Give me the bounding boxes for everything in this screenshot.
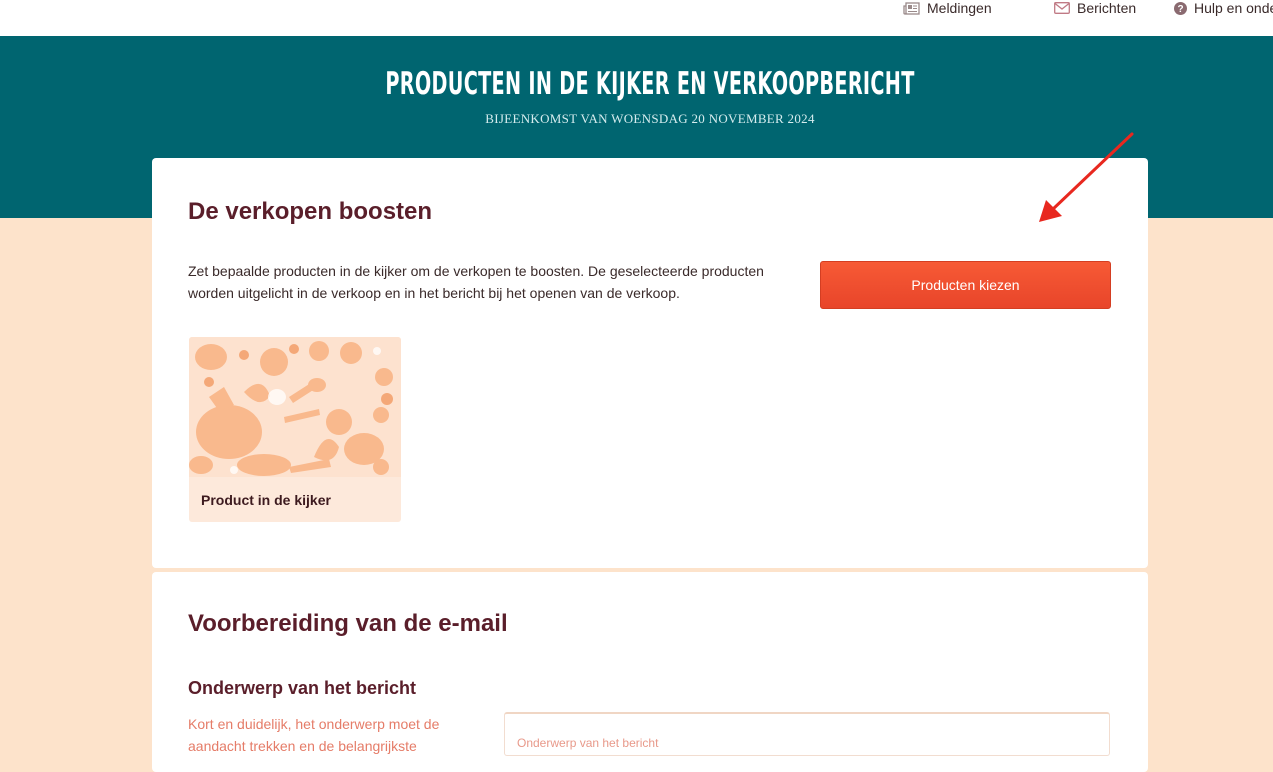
question-circle-icon: ? <box>1174 1 1187 15</box>
top-navigation-bar: Meldingen Berichten ? Hulp en onde <box>0 0 1273 36</box>
newspaper-icon <box>903 1 920 15</box>
vegetables-illustration <box>189 337 401 477</box>
nav-help[interactable]: ? Hulp en onde <box>1174 0 1273 18</box>
page-title: PRODUCTEN IN DE KIJKER EN VERKOOPBERICHT <box>385 66 915 102</box>
boost-sales-card: De verkopen boosten Zet bepaalde product… <box>152 158 1148 568</box>
featured-product-card[interactable]: Product in de kijker <box>189 337 401 522</box>
nav-notifications-label: Meldingen <box>927 0 992 16</box>
email-preparation-card: Voorbereiding van de e-mail Onderwerp va… <box>152 572 1148 772</box>
nav-help-label: Hulp en onde <box>1194 0 1273 16</box>
choose-products-button[interactable]: Producten kiezen <box>820 261 1111 309</box>
featured-product-label: Product in de kijker <box>201 492 331 508</box>
page-subtitle: BIJEENKOMST VAN WOENSDAG 20 NOVEMBER 202… <box>485 111 815 126</box>
svg-text:?: ? <box>1177 4 1183 15</box>
nav-messages[interactable]: Berichten <box>1054 0 1136 18</box>
nav-notifications[interactable]: Meldingen <box>903 0 992 18</box>
subject-help-text: Kort en duidelijk, het onderwerp moet de… <box>188 716 440 754</box>
subject-input[interactable] <box>504 712 1110 756</box>
boost-section-description: Zet bepaalde producten in de kijker om d… <box>188 263 764 301</box>
annotation-arrow-icon <box>1039 132 1134 222</box>
subject-heading: Onderwerp van het bericht <box>188 678 417 698</box>
email-section-title: Voorbereiding van de e-mail <box>188 610 508 637</box>
envelope-icon <box>1054 2 1070 14</box>
boost-section-title: De verkopen boosten <box>188 198 433 225</box>
nav-messages-label: Berichten <box>1077 0 1137 16</box>
